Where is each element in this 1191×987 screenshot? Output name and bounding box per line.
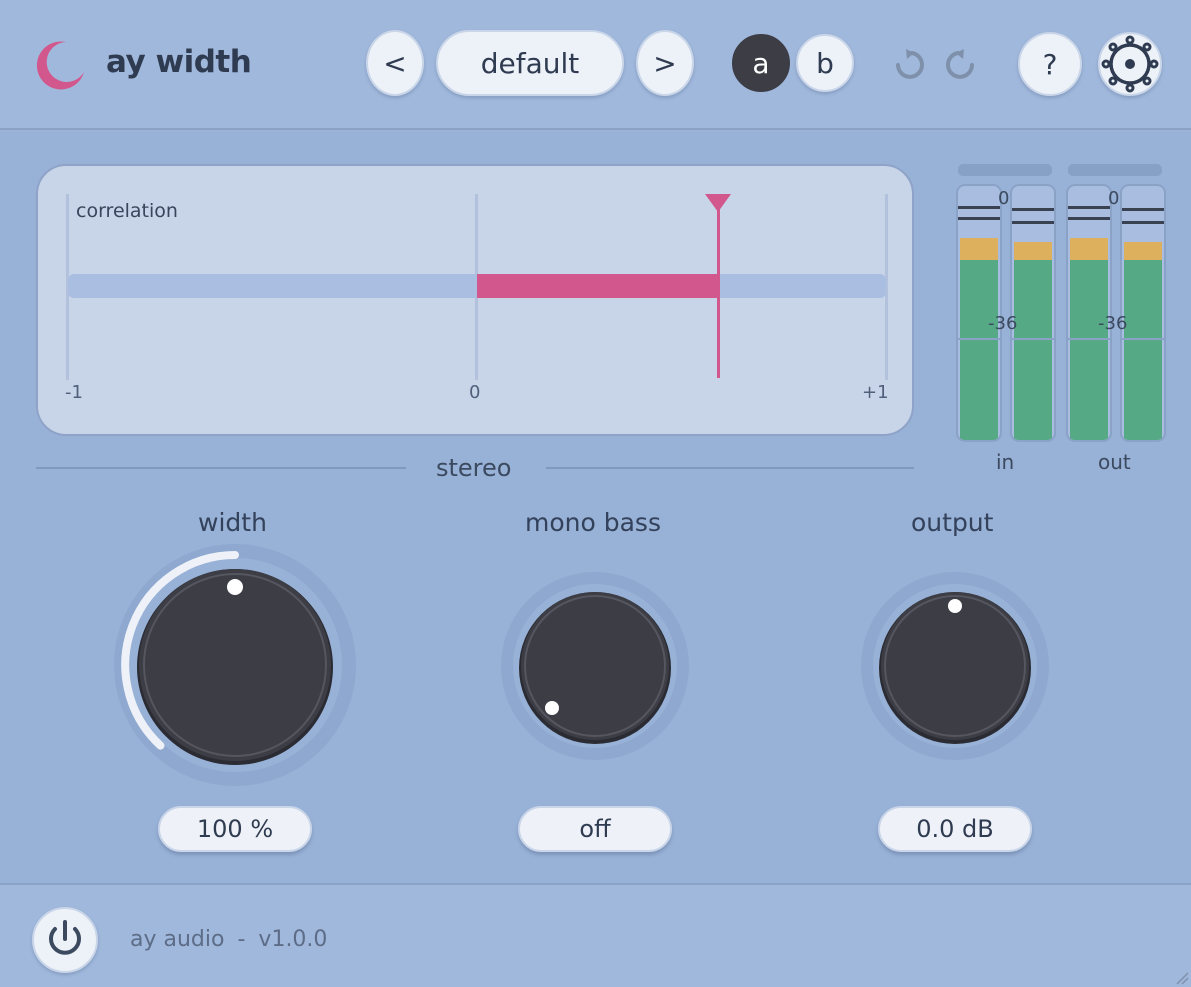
correlation-label: correlation — [76, 200, 178, 222]
section-divider-right — [546, 467, 914, 469]
preset-selector[interactable]: default — [436, 30, 624, 96]
output-title: output — [911, 508, 994, 537]
output-value-text: 0.0 dB — [916, 815, 994, 843]
correlation-scale-max: +1 — [862, 382, 889, 403]
settings-icon — [1101, 35, 1159, 93]
app-title: ay width — [106, 44, 252, 80]
footer-brand: ay audio — [130, 927, 225, 952]
meter-mark — [1068, 206, 1110, 209]
ab-b-label: b — [816, 46, 834, 80]
correlation-meter: correlation -1 0 +1 — [36, 164, 914, 436]
meter-mark — [1012, 221, 1054, 224]
footer-separator: - — [237, 927, 246, 952]
input-meter-label: in — [996, 450, 1015, 474]
meter-mark — [1122, 208, 1164, 211]
mono-bass-value-text: off — [579, 815, 611, 843]
ab-a-label: a — [752, 46, 770, 80]
prev-preset-button[interactable]: < — [366, 30, 424, 96]
settings-button[interactable] — [1098, 32, 1162, 96]
meter-peak — [1070, 238, 1108, 260]
width-value[interactable]: 100 % — [158, 806, 312, 852]
meter-peak — [1124, 242, 1162, 260]
next-preset-button[interactable]: > — [636, 30, 694, 96]
correlation-scale-min: -1 — [65, 382, 83, 403]
mono-bass-knob[interactable] — [495, 566, 695, 766]
ab-a-button[interactable]: a — [732, 34, 790, 92]
help-button[interactable]: ? — [1018, 32, 1082, 96]
mono-bass-value[interactable]: off — [518, 806, 672, 852]
section-divider-left — [36, 467, 406, 469]
meter-gridline — [1122, 338, 1164, 340]
section-title: stereo — [436, 454, 512, 482]
help-label: ? — [1042, 47, 1058, 81]
ab-b-button[interactable]: b — [796, 34, 854, 92]
meter-mark — [1122, 221, 1164, 224]
meter-gridline — [958, 338, 1000, 340]
meter-gridline — [1068, 338, 1110, 340]
output-meter-header — [1068, 164, 1162, 176]
meter-level — [1124, 260, 1162, 440]
output-value[interactable]: 0.0 dB — [878, 806, 1032, 852]
undo-icon[interactable] — [890, 45, 926, 81]
output-meter-scale-top: 0 — [1108, 188, 1120, 209]
width-knob[interactable] — [110, 540, 360, 790]
main-panel: correlation -1 0 +1 0 0 -36 -36 in out s… — [0, 132, 1191, 883]
input-meter-scale-top: 0 — [998, 188, 1010, 209]
meter-level — [1070, 260, 1108, 440]
resize-handle-icon[interactable] — [1175, 971, 1189, 985]
mono-bass-title: mono bass — [525, 508, 661, 537]
output-knob[interactable] — [855, 566, 1055, 766]
width-value-text: 100 % — [196, 815, 274, 843]
meter-mark — [1012, 208, 1054, 211]
meter-level — [1014, 260, 1052, 440]
meter-gridline — [1012, 338, 1054, 340]
footer: ay audio - v1.0.0 — [0, 883, 1191, 987]
correlation-scale-mid: 0 — [469, 382, 481, 403]
correlation-marker — [716, 208, 720, 378]
power-icon — [49, 920, 81, 955]
footer-version: v1.0.0 — [258, 927, 328, 952]
meter-mark — [958, 217, 1000, 220]
footer-info: ay audio - v1.0.0 — [130, 927, 327, 952]
output-meter-scale-mid: -36 — [1098, 313, 1128, 334]
meter-peak — [960, 238, 998, 260]
preset-name: default — [480, 46, 580, 80]
power-button[interactable] — [32, 907, 98, 973]
redo-icon[interactable] — [944, 45, 980, 81]
input-meter-header — [958, 164, 1052, 176]
logo-icon — [36, 41, 84, 90]
meter-level — [960, 260, 998, 440]
meter-mark — [958, 206, 1000, 209]
output-meter-label: out — [1098, 450, 1131, 474]
correlation-fill — [477, 274, 719, 298]
next-preset-label: > — [653, 46, 677, 80]
width-title: width — [198, 508, 267, 537]
prev-preset-label: < — [383, 46, 407, 80]
meter-mark — [1068, 217, 1110, 220]
meter-peak — [1014, 242, 1052, 260]
input-meter-scale-mid: -36 — [988, 313, 1018, 334]
header: ay width < default > a b ? — [0, 0, 1191, 130]
correlation-marker-head — [705, 194, 732, 212]
